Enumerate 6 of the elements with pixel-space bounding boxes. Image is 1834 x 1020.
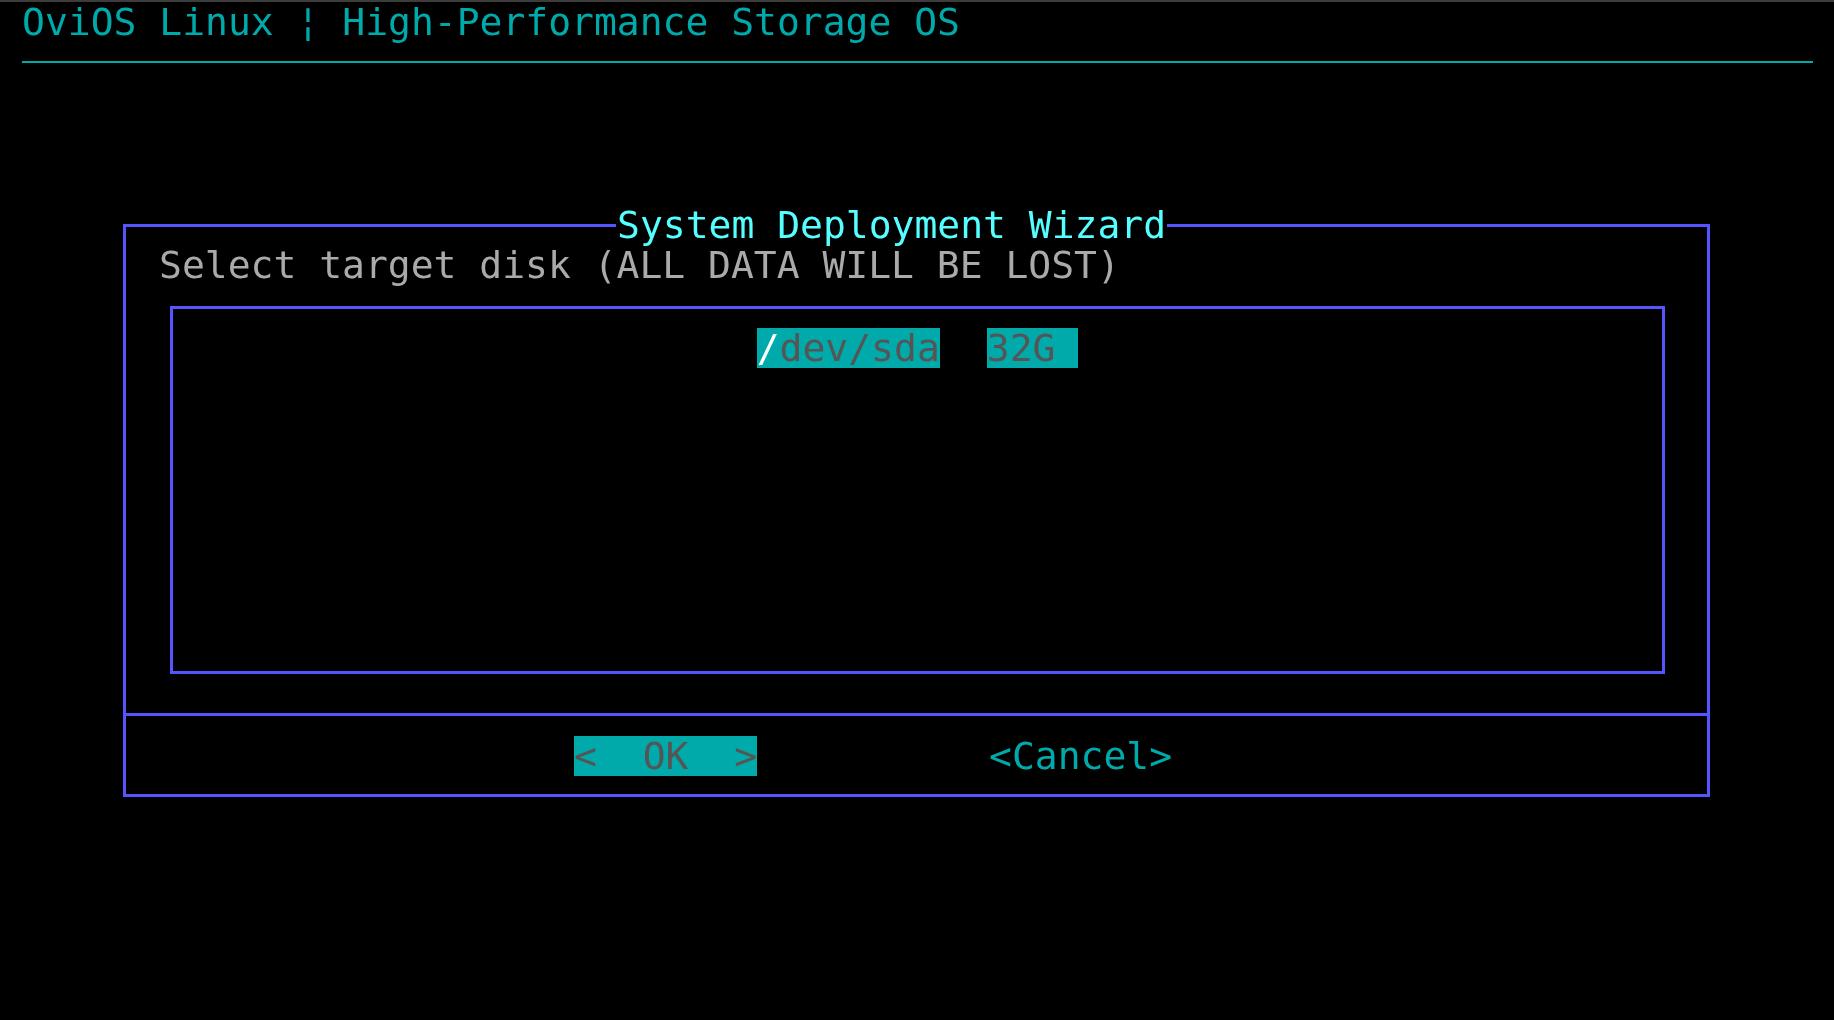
- dialog-prompt: Select target disk (ALL DATA WILL BE LOST): [158, 245, 1120, 285]
- dialog-button[interactable]: <Cancel>: [989, 736, 1173, 776]
- disk-size: 32G: [986, 328, 1079, 368]
- screen-title: OviOS Linux ¦ High-Performance Storage OS: [22, 2, 960, 42]
- dialog-button[interactable]: < OK >: [574, 736, 758, 776]
- disk-device[interactable]: /dev/sda: [756, 328, 940, 368]
